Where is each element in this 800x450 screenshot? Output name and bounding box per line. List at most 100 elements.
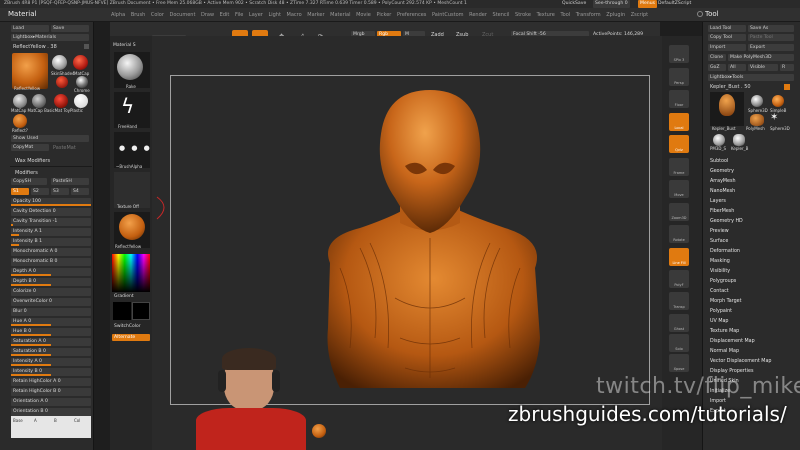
material-swatch-cloak[interactable] — [56, 76, 68, 88]
shelf-floor-button[interactable]: Floor — [669, 90, 689, 108]
modifier-slider[interactable]: Hue B 0 — [11, 328, 91, 336]
tab-s4[interactable]: S4 — [71, 188, 89, 195]
shelf-qviz-button[interactable]: Qviz — [669, 135, 689, 153]
menu-item[interactable]: Document — [170, 12, 196, 18]
submenu-surface[interactable]: Surface — [710, 239, 728, 244]
export-button[interactable]: Export — [748, 44, 794, 51]
menu-item[interactable]: File — [235, 12, 243, 18]
simplebrush-icon[interactable] — [772, 95, 784, 107]
modifier-slider[interactable]: Retain HighColor B 0 — [11, 388, 91, 396]
submenu-arraymesh[interactable]: ArrayMesh — [710, 179, 736, 184]
menus-button[interactable]: Menus — [638, 0, 658, 8]
menu-item[interactable]: Macro — [287, 12, 302, 18]
menu-item[interactable]: Light — [268, 12, 280, 18]
submenu-layers[interactable]: Layers — [710, 199, 726, 204]
submenu-displacement-map[interactable]: Displacement Map — [710, 339, 755, 344]
material-swatch-reflectyellow[interactable] — [12, 53, 48, 89]
menu-item[interactable]: Render — [469, 12, 487, 18]
menu-item[interactable]: Stroke — [515, 12, 531, 18]
modifier-slider[interactable]: Blur 0 — [11, 308, 91, 316]
shelf-transp-button[interactable]: Transp — [669, 292, 689, 310]
alternate-button[interactable]: Alternate — [112, 334, 150, 341]
menu-item[interactable]: Transform — [576, 12, 601, 18]
modifier-slider[interactable]: Cavity Detection 0 — [11, 208, 91, 216]
sphere3d-icon[interactable] — [751, 95, 763, 107]
modifier-slider[interactable]: Intensity A 1 — [11, 228, 91, 236]
visible-button[interactable]: Visible — [748, 64, 778, 71]
kepler-bust-small-icon[interactable] — [750, 114, 764, 126]
a-channel[interactable]: A — [34, 418, 37, 423]
all-button[interactable]: All — [728, 64, 746, 71]
material-swatch-toyplastic[interactable] — [74, 94, 88, 108]
shelf-frame-button[interactable]: Frame — [669, 158, 689, 176]
shelf-polyf-button[interactable]: PolyF — [669, 270, 689, 288]
save-as-button[interactable]: Save As — [748, 25, 794, 32]
material-swatch-chrome[interactable] — [76, 76, 88, 88]
submenu-contact[interactable]: Contact — [710, 289, 729, 294]
clone-button[interactable]: Clone — [708, 54, 726, 61]
modifier-slider[interactable]: Retain HighColor A 0 — [11, 378, 91, 386]
col-channel[interactable]: Col — [74, 418, 80, 423]
submenu-normal-map[interactable]: Normal Map — [710, 349, 739, 354]
submenu-geometry-hd[interactable]: Geometry HD — [710, 219, 743, 224]
menu-item[interactable]: Stencil — [493, 12, 510, 18]
modifier-slider[interactable]: Intensity A 0 — [11, 358, 91, 366]
copy-tool-button[interactable]: Copy Tool — [708, 34, 746, 41]
submenu-vector-displacement-map[interactable]: Vector Displacement Map — [710, 359, 771, 364]
shelf-ghost-button[interactable]: Ghost — [669, 314, 689, 332]
b-channel[interactable]: B — [54, 418, 57, 423]
make-polymesh-button[interactable]: Make PolyMesh3D — [728, 54, 794, 61]
load-tool-button[interactable]: Load Tool — [708, 25, 746, 32]
material-swatch-reflect[interactable] — [13, 114, 27, 128]
main-color-swatch[interactable] — [113, 302, 131, 320]
gradient-label[interactable]: Gradient — [114, 294, 134, 299]
material-swatch-matcap-grey[interactable] — [13, 94, 27, 108]
submenu-morph-target[interactable]: Morph Target — [710, 299, 742, 304]
modifier-slider[interactable]: Hue A 0 — [11, 318, 91, 326]
modifier-slider[interactable]: OverwriteColor 0 — [11, 298, 91, 306]
submenu-preview[interactable]: Preview — [710, 229, 729, 234]
shelf-zoom3d-button[interactable]: Zoom3D — [669, 203, 689, 221]
shelf-local-button[interactable]: Local — [669, 113, 689, 131]
material-mini-icon[interactable] — [312, 424, 326, 438]
modifier-slider[interactable]: Intensity B 0 — [11, 368, 91, 376]
bust-model[interactable] — [300, 88, 560, 408]
save-material-button[interactable]: Save — [51, 25, 89, 32]
modifier-slider[interactable]: Orientation A 0 — [11, 398, 91, 406]
base-channel[interactable]: Base — [13, 418, 23, 423]
modifier-slider[interactable]: Saturation B 0 — [11, 348, 91, 356]
show-used-button[interactable]: Show Used — [11, 135, 89, 142]
copy-mat-button[interactable]: CopyMat — [11, 144, 49, 151]
color-picker[interactable] — [112, 254, 150, 292]
menu-item[interactable]: Zscript — [631, 12, 648, 18]
shelf-solo-button[interactable]: Solo — [669, 334, 689, 352]
lightbox-tools-button[interactable]: Lightbox▸Tools — [708, 74, 794, 81]
goz-button[interactable]: GoZ — [708, 64, 726, 71]
menu-item[interactable]: Material — [330, 12, 350, 18]
material-swatch-matcap-grey2[interactable] — [32, 94, 46, 108]
shelf-move-button[interactable]: Move — [669, 180, 689, 198]
paste-mat-button[interactable]: PasteMat — [53, 145, 76, 151]
menu-item[interactable]: Texture — [537, 12, 555, 18]
material-swatch-skinshade[interactable] — [52, 55, 67, 70]
import-button[interactable]: Import — [708, 44, 746, 51]
paste-tool-button[interactable]: Paste Tool — [748, 34, 794, 41]
modifier-slider[interactable]: Opacity 100 — [11, 198, 91, 206]
tab-s1[interactable]: S1 — [11, 188, 29, 195]
load-material-button[interactable]: Load — [11, 25, 49, 32]
menu-item[interactable]: Marker — [307, 12, 324, 18]
secondary-color-swatch[interactable] — [132, 302, 150, 320]
lightbox-materials-button[interactable]: Lightbox▸Materials — [11, 34, 89, 41]
modifier-slider[interactable]: Monochromatic B 0 — [11, 258, 91, 266]
menu-item[interactable]: Color — [151, 12, 164, 18]
menu-item[interactable]: Movie — [356, 12, 371, 18]
submenu-nanomesh[interactable]: NanoMesh — [710, 189, 735, 194]
submenu-subtool[interactable]: Subtool — [710, 159, 728, 164]
modifier-slider[interactable]: Intensity B 1 — [11, 238, 91, 246]
material-swatch-matcap-red[interactable] — [73, 55, 88, 70]
menu-item[interactable]: Alpha — [111, 12, 125, 18]
modifier-slider[interactable]: Saturation A 0 — [11, 338, 91, 346]
shelf-line-fill-button[interactable]: Line Fill — [669, 248, 689, 266]
submenu-uv-map[interactable]: UV Map — [710, 319, 728, 324]
submenu-polygroups[interactable]: Polygroups — [710, 279, 736, 284]
